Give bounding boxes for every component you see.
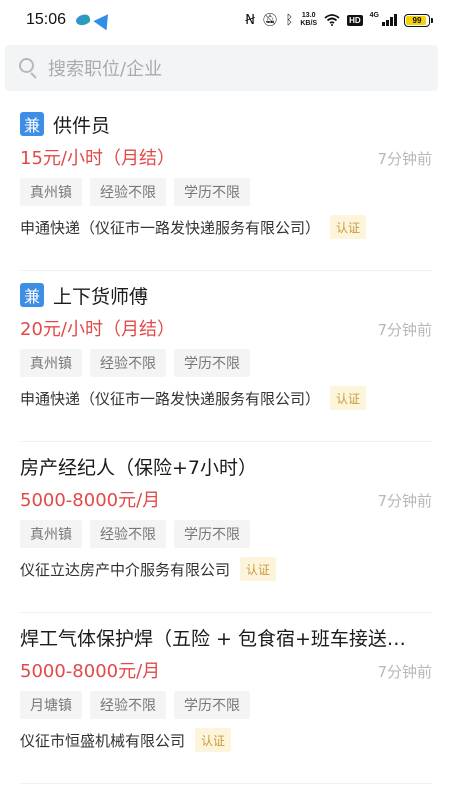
notification-icons [74, 9, 115, 31]
job-title: 焊工气体保护焊（五险 + 包食宿+班车接送… [20, 627, 406, 650]
job-requirements: 真州镇 经验不限 学历不限 [20, 349, 250, 377]
verified-badge: 认证 [195, 728, 232, 752]
status-bar: 15:06 Ꞥ 🔕︎ ᛒ 13.0 KB/S HD 4G 99 [0, 0, 450, 40]
company-row: 仪征市恒盛机械有限公司 认证 [20, 727, 232, 753]
company-name: 仪征市恒盛机械有限公司 [20, 731, 186, 750]
company-name: 仪征立达房产中介服务有限公司 [20, 560, 231, 579]
job-title-row: 焊工气体保护焊（五险 + 包食宿+班车接送… [20, 624, 430, 650]
job-title: 供件员 [53, 114, 111, 137]
experience-chip: 经验不限 [90, 349, 166, 377]
posted-time: 7分钟前 [377, 663, 432, 681]
job-salary: 5000-8000元/月 [20, 661, 161, 682]
job-card[interactable]: 兼 供件员 15元/小时（月结） 7分钟前 真州镇 经验不限 学历不限 申通快递… [20, 100, 432, 271]
hd-icon: HD [347, 14, 363, 26]
network-speed: 13.0 KB/S [300, 12, 317, 28]
signal-type: 4G [369, 12, 379, 19]
verified-badge: 认证 [330, 386, 367, 410]
job-card[interactable]: 焊工气体保护焊（五险 + 包食宿+班车接送… 5000-8000元/月 7分钟前… [20, 613, 432, 784]
job-title-row: 兼 上下货师傅 [20, 282, 430, 308]
system-indicators: Ꞥ 🔕︎ ᛒ 13.0 KB/S HD 4G 99 [245, 12, 433, 28]
job-title: 上下货师傅 [53, 285, 149, 308]
job-card[interactable]: 房产经纪人（保险+7小时） 5000-8000元/月 7分钟前 真州镇 经验不限… [20, 442, 432, 613]
education-chip: 学历不限 [174, 349, 250, 377]
company-row: 申通快递（仪征市一路发快递服务有限公司） 认证 [20, 214, 367, 240]
job-title: 房产经纪人（保险+7小时） [20, 456, 258, 479]
job-salary: 15元/小时（月结） [20, 148, 175, 169]
job-list: 兼 供件员 15元/小时（月结） 7分钟前 真州镇 经验不限 学历不限 申通快递… [0, 100, 450, 784]
job-requirements: 真州镇 经验不限 学历不限 [20, 178, 250, 206]
search-input-placeholder[interactable]: 搜索职位/企业 [48, 55, 162, 81]
job-card[interactable]: 兼 上下货师傅 20元/小时（月结） 7分钟前 真州镇 经验不限 学历不限 申通… [20, 271, 432, 442]
status-time: 15:06 [26, 11, 67, 28]
part-time-tag: 兼 [20, 112, 44, 136]
posted-time: 7分钟前 [377, 492, 432, 510]
job-title-row: 房产经纪人（保险+7小时） [20, 453, 430, 479]
education-chip: 学历不限 [174, 178, 250, 206]
job-salary: 5000-8000元/月 [20, 490, 161, 511]
network-speed-unit: KB/S [300, 20, 318, 27]
company-name: 申通快递（仪征市一路发快递服务有限公司） [20, 389, 321, 408]
network-speed-value: 13.0 [301, 12, 316, 19]
send-app-icon [93, 9, 115, 31]
company-name: 申通快递（仪征市一路发快递服务有限公司） [20, 218, 321, 237]
job-requirements: 月塘镇 经验不限 学历不限 [20, 691, 250, 719]
experience-chip: 经验不限 [90, 178, 166, 206]
job-salary: 20元/小时（月结） [20, 319, 175, 340]
wifi-icon [324, 14, 340, 26]
experience-chip: 经验不限 [90, 520, 166, 548]
job-requirements: 真州镇 经验不限 学历不限 [20, 520, 250, 548]
education-chip: 学历不限 [174, 520, 250, 548]
location-chip: 真州镇 [20, 178, 82, 206]
verified-badge: 认证 [330, 215, 367, 239]
signal-icon [382, 14, 397, 26]
location-chip: 月塘镇 [20, 691, 82, 719]
location-chip: 真州镇 [20, 349, 82, 377]
job-title-row: 兼 供件员 [20, 111, 430, 137]
search-icon [19, 58, 39, 79]
location-chip: 真州镇 [20, 520, 82, 548]
experience-chip: 经验不限 [90, 691, 166, 719]
part-time-tag: 兼 [20, 283, 44, 307]
company-row: 申通快递（仪征市一路发快递服务有限公司） 认证 [20, 385, 367, 411]
mute-icon: 🔕︎ [262, 12, 279, 28]
nfc-icon: Ꞥ [245, 12, 256, 28]
posted-time: 7分钟前 [377, 150, 432, 168]
battery-icon: 99 [404, 13, 433, 27]
verified-badge: 认证 [240, 557, 277, 581]
posted-time: 7分钟前 [377, 321, 432, 339]
battery-level: 99 [412, 15, 422, 25]
app-notification-icon [74, 12, 92, 28]
company-row: 仪征立达房产中介服务有限公司 认证 [20, 556, 277, 582]
education-chip: 学历不限 [174, 691, 250, 719]
bluetooth-icon: ᛒ [285, 12, 294, 28]
search-bar[interactable]: 搜索职位/企业 [5, 45, 438, 91]
